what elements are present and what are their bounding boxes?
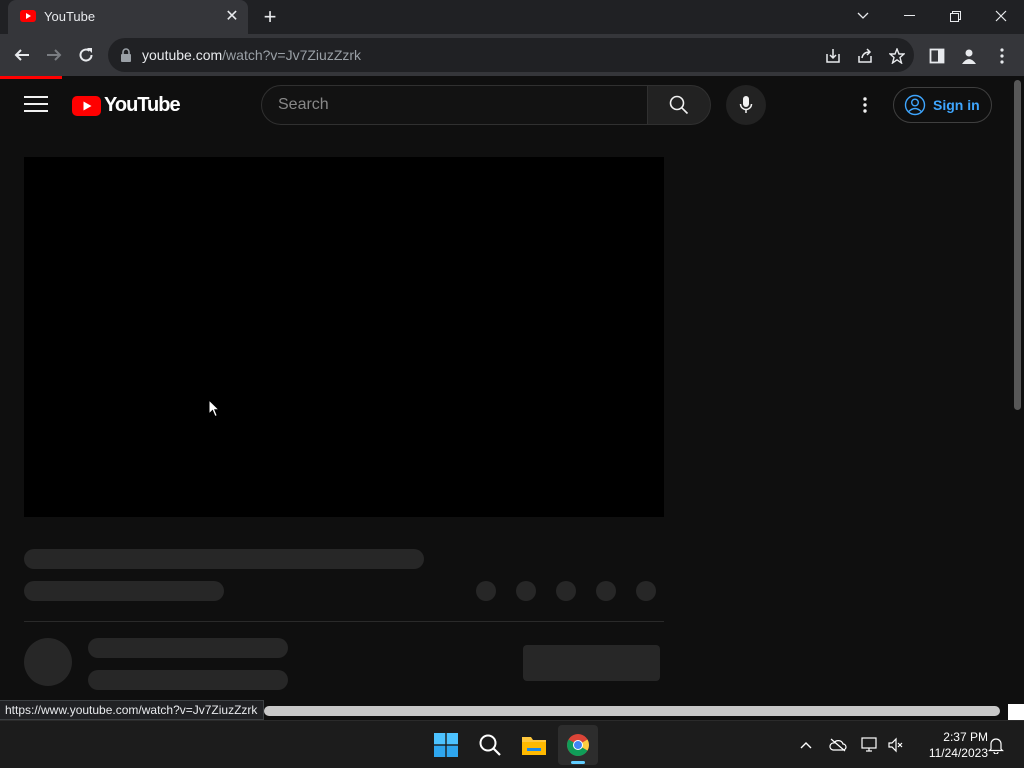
browser-menu-icon[interactable] bbox=[990, 44, 1014, 68]
windows-taskbar: 2:37 PM 11/24/2023 bbox=[0, 720, 1024, 768]
profile-icon[interactable] bbox=[957, 44, 981, 68]
tab-close-icon[interactable]: ✕ bbox=[222, 7, 242, 27]
url-text: youtube.com/watch?v=Jv7ZiuzZzrk bbox=[142, 47, 361, 63]
page-load-progress bbox=[0, 76, 62, 79]
page-scrollbar[interactable] bbox=[1012, 76, 1024, 720]
network-icon[interactable] bbox=[860, 735, 880, 755]
close-window-button[interactable] bbox=[978, 0, 1024, 32]
youtube-page: YouTube Sign in bbox=[0, 76, 1012, 720]
action-placeholder bbox=[476, 581, 496, 601]
url-path: /watch?v=Jv7ZiuzZzrk bbox=[222, 47, 362, 63]
onedrive-offline-icon[interactable] bbox=[828, 735, 848, 755]
restore-button[interactable] bbox=[932, 0, 978, 32]
windows-logo-icon bbox=[434, 733, 458, 757]
subscribers-placeholder bbox=[88, 670, 288, 690]
tab-strip: YouTube ✕ + bbox=[0, 0, 1024, 34]
sign-in-label: Sign in bbox=[933, 97, 980, 113]
share-icon[interactable] bbox=[854, 45, 876, 67]
reload-button[interactable] bbox=[72, 41, 100, 69]
more-vertical-icon bbox=[863, 97, 867, 113]
system-clock[interactable]: 2:37 PM 11/24/2023 bbox=[912, 729, 988, 761]
arrow-right-icon bbox=[47, 49, 62, 61]
search-icon bbox=[669, 95, 689, 115]
notifications-bell-icon[interactable] bbox=[986, 735, 1006, 755]
address-bar[interactable]: youtube.com/watch?v=Jv7ZiuzZzrk bbox=[108, 38, 914, 72]
search-box bbox=[261, 85, 648, 125]
volume-muted-icon[interactable] bbox=[886, 735, 906, 755]
search-input[interactable] bbox=[278, 86, 628, 124]
chrome-icon bbox=[567, 734, 589, 756]
voice-search-button[interactable] bbox=[726, 85, 766, 125]
mouse-cursor-icon bbox=[208, 399, 220, 418]
show-hidden-icons-icon[interactable] bbox=[796, 735, 816, 755]
file-explorer-button[interactable] bbox=[514, 725, 554, 765]
new-tab-button[interactable]: + bbox=[258, 5, 282, 29]
youtube-favicon-icon bbox=[20, 10, 36, 22]
screen: YouTube ✕ + youtube.com/watch?v=Jv7ZiuzZ… bbox=[0, 0, 1024, 768]
tab-search-icon[interactable] bbox=[840, 0, 886, 32]
folder-icon bbox=[522, 737, 546, 755]
subscribe-button-placeholder bbox=[523, 645, 660, 681]
taskbar-search-button[interactable] bbox=[470, 725, 510, 765]
tab-title: YouTube bbox=[44, 9, 96, 24]
active-app-indicator bbox=[571, 761, 585, 764]
browser-toolbar: youtube.com/watch?v=Jv7ZiuzZzrk bbox=[0, 34, 1024, 76]
search-icon bbox=[479, 734, 501, 756]
clock-time: 2:37 PM bbox=[943, 730, 988, 744]
microphone-icon bbox=[739, 96, 753, 113]
title-placeholder bbox=[24, 549, 424, 569]
search-button[interactable] bbox=[647, 85, 711, 125]
sign-in-button[interactable]: Sign in bbox=[893, 87, 992, 123]
bookmark-star-icon[interactable] bbox=[886, 45, 908, 67]
action-placeholder bbox=[556, 581, 576, 601]
avatar-placeholder bbox=[24, 638, 72, 686]
scrollbar-thumb[interactable] bbox=[1014, 80, 1021, 410]
channel-name-placeholder bbox=[88, 638, 288, 658]
youtube-logo-text: YouTube bbox=[104, 94, 181, 116]
forward-button[interactable] bbox=[40, 41, 68, 69]
guide-menu-button[interactable] bbox=[24, 96, 48, 114]
scroll-corner bbox=[1008, 704, 1024, 720]
chrome-taskbar-button[interactable] bbox=[558, 725, 598, 765]
start-button[interactable] bbox=[426, 725, 466, 765]
minimize-button[interactable] bbox=[886, 0, 932, 32]
action-placeholder bbox=[636, 581, 656, 601]
settings-more-button[interactable] bbox=[853, 93, 877, 117]
divider bbox=[24, 621, 664, 622]
arrow-left-icon bbox=[14, 49, 29, 61]
action-placeholder bbox=[516, 581, 536, 601]
link-status-bubble: https://www.youtube.com/watch?v=Jv7ZiuzZ… bbox=[0, 700, 265, 720]
lock-icon bbox=[121, 48, 131, 62]
url-host: youtube.com bbox=[142, 47, 223, 63]
clock-date: 11/24/2023 bbox=[928, 746, 988, 760]
youtube-logo-icon bbox=[72, 95, 101, 116]
action-placeholder bbox=[596, 581, 616, 601]
video-player[interactable] bbox=[24, 157, 664, 517]
youtube-logo[interactable]: YouTube bbox=[72, 94, 181, 117]
install-app-icon[interactable] bbox=[822, 45, 844, 67]
side-panel-icon[interactable] bbox=[925, 44, 949, 68]
back-button[interactable] bbox=[8, 41, 36, 69]
browser-tab[interactable]: YouTube ✕ bbox=[8, 0, 248, 34]
account-circle-icon bbox=[904, 94, 926, 116]
reload-icon bbox=[79, 48, 93, 62]
meta-placeholder bbox=[24, 581, 224, 601]
horizontal-scrollbar[interactable] bbox=[264, 706, 1000, 716]
